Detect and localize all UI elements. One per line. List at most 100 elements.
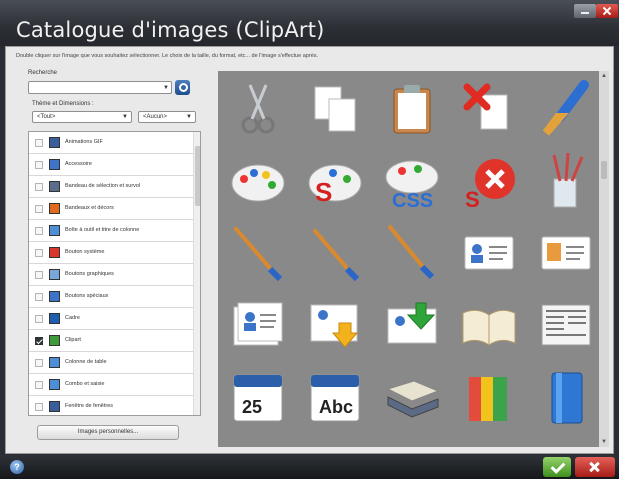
category-item[interactable]: Bouton système (29, 242, 193, 264)
category-checkbox[interactable] (35, 183, 43, 191)
cancel-button[interactable] (575, 457, 615, 477)
chevron-down-icon[interactable]: ▼ (163, 85, 169, 91)
search-icon[interactable] (175, 80, 190, 95)
category-checkbox[interactable] (35, 403, 43, 411)
category-checkbox[interactable] (35, 271, 43, 279)
category-item[interactable]: Bandeaux et décors (29, 198, 193, 220)
calendar-svg: 25 (233, 374, 283, 422)
category-checkbox[interactable] (35, 293, 43, 301)
open-book-icon[interactable] (457, 293, 521, 357)
category-item[interactable]: Accessoire (29, 154, 193, 176)
contact-import-icon[interactable] (380, 293, 444, 357)
minimize-button[interactable] (574, 4, 596, 18)
palette-icon[interactable] (226, 149, 290, 213)
category-icon (49, 357, 60, 368)
palette-css-label: CSS (392, 190, 433, 212)
category-icon (49, 313, 60, 324)
contact-download-svg (310, 304, 359, 348)
category-item[interactable]: Cadre (29, 308, 193, 330)
title-bar: Catalogue d'images (ClipArt) (0, 0, 619, 46)
category-item[interactable]: Bandeau de sélection et survol (29, 176, 193, 198)
paintbrush-icon[interactable] (534, 77, 598, 141)
chevron-down-icon: ▼ (186, 114, 192, 120)
category-checkbox[interactable] (35, 359, 43, 367)
category-checkbox[interactable] (35, 227, 43, 235)
category-item[interactable]: Fenêtre de fenêtres (29, 396, 193, 415)
category-scrollbar[interactable] (193, 132, 200, 415)
blue-binder-svg (551, 372, 583, 424)
id-card-orange-icon[interactable] (534, 221, 598, 285)
category-checkbox[interactable] (35, 205, 43, 213)
instruction-text: Double cliquer sur l'image que vous souh… (16, 53, 319, 59)
delete-page-icon[interactable] (457, 77, 521, 141)
palette-css-icon[interactable]: CSS (380, 149, 444, 213)
category-item[interactable]: Boîte à outil et titre de colonne (29, 220, 193, 242)
category-item[interactable]: Boutons graphiques (29, 264, 193, 286)
size-select[interactable]: <Aucun> ▼ (138, 111, 196, 123)
category-checkbox[interactable] (35, 315, 43, 323)
brush-2-icon[interactable] (303, 221, 367, 285)
category-checkbox[interactable] (35, 337, 43, 345)
scroll-thumb[interactable] (601, 161, 607, 179)
category-checkbox[interactable] (35, 381, 43, 389)
id-card-icon[interactable] (457, 221, 521, 285)
category-item[interactable]: Boutons spéciaux (29, 286, 193, 308)
category-label: Cadre (65, 315, 80, 321)
copy-pages-icon[interactable] (303, 77, 367, 141)
clipboard-svg (393, 85, 431, 134)
scroll-thumb[interactable] (195, 146, 200, 206)
category-item[interactable]: Combo et saisie (29, 374, 193, 396)
window-title: Catalogue d'images (ClipArt) (16, 18, 325, 42)
abc-calendar-label: Abc (319, 397, 353, 417)
calendar-icon[interactable]: 25 (226, 365, 290, 429)
copy-pages-svg (314, 86, 356, 132)
clipboard-icon[interactable] (380, 77, 444, 141)
category-label: Colonne de table (65, 359, 107, 365)
category-checkbox[interactable] (35, 161, 43, 169)
contact-download-icon[interactable] (303, 293, 367, 357)
scroll-up-icon[interactable]: ▲ (601, 73, 607, 79)
newspaper-svg (541, 304, 591, 346)
category-icon (49, 291, 60, 302)
scissors-icon[interactable] (226, 77, 290, 141)
help-icon[interactable]: ? (10, 460, 24, 474)
category-icon (49, 247, 60, 258)
id-card-svg (464, 236, 514, 270)
palette-s-icon[interactable]: S (303, 149, 367, 213)
brush-1-svg (234, 227, 283, 282)
category-checkbox[interactable] (35, 249, 43, 257)
brush-cup-icon[interactable] (534, 149, 598, 213)
search-input[interactable]: ▼ (28, 81, 172, 94)
close-button[interactable] (596, 4, 618, 18)
abc-calendar-icon[interactable]: Abc (303, 365, 367, 429)
category-item[interactable]: Clipart (29, 330, 193, 352)
category-label: Boîte à outil et titre de colonne (65, 227, 140, 233)
category-label: Combo et saisie (65, 381, 105, 387)
gallery-scrollbar[interactable]: ▲ ▼ (599, 71, 609, 447)
category-label: Boutons spéciaux (65, 293, 109, 299)
category-icon (49, 401, 60, 412)
category-label: Bandeau de sélection et survol (65, 183, 141, 189)
binders-icon[interactable] (457, 365, 521, 429)
blue-binder-icon[interactable] (534, 365, 598, 429)
newspaper-icon[interactable] (534, 293, 598, 357)
search-label: Recherche (28, 70, 58, 76)
category-label: Boutons graphiques (65, 271, 114, 277)
category-item[interactable]: Colonne de table (29, 352, 193, 374)
s-delete-icon[interactable]: S (457, 149, 521, 213)
chevron-down-icon: ▼ (122, 114, 128, 120)
theme-select[interactable]: <Tout> ▼ (32, 111, 132, 123)
brush-3-svg (388, 225, 435, 280)
ok-button[interactable] (543, 457, 571, 477)
palette-s-svg: S (308, 164, 362, 207)
brush-1-icon[interactable] (226, 221, 290, 285)
personal-images-button[interactable]: Images personnelles... (37, 425, 179, 440)
books-stack-icon[interactable] (380, 365, 444, 429)
scroll-down-icon[interactable]: ▼ (601, 439, 607, 445)
category-checkbox[interactable] (35, 139, 43, 147)
brush-cup-svg (552, 152, 584, 208)
palette-css-svg: CSS (385, 160, 439, 212)
category-item[interactable]: Animations GIF (29, 132, 193, 154)
brush-3-icon[interactable] (380, 221, 444, 285)
contacts-icon[interactable] (226, 293, 290, 357)
